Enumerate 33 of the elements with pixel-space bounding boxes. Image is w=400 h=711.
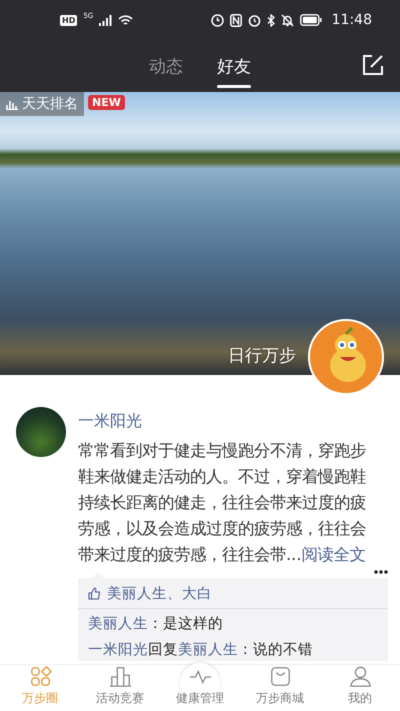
ranking-link[interactable]: 天天排名	[0, 92, 84, 116]
banner-slogan: 日行万步	[228, 345, 296, 367]
header-tab[interactable]: 好友	[217, 46, 251, 86]
nav-tab[interactable]: 活动竞赛	[80, 665, 160, 711]
author-name[interactable]: 一米阳光	[78, 411, 388, 432]
thumbs-up-icon	[88, 587, 101, 600]
user-avatar[interactable]	[16, 407, 66, 457]
nav-tab[interactable]: 我的	[320, 665, 400, 711]
likes-names: 美丽人生、大白	[107, 584, 212, 603]
battery-icon	[300, 14, 322, 26]
bar-chart-icon	[6, 98, 18, 110]
more-options-icon[interactable]	[374, 570, 388, 574]
header-tab[interactable]: 动态	[149, 46, 183, 86]
hd-indicator: HD	[60, 14, 78, 26]
ranking-label: 天天排名	[22, 95, 78, 113]
nav-tab[interactable]: 健康管理	[160, 665, 240, 711]
signal-icon	[99, 14, 112, 26]
bluetooth-icon	[266, 14, 275, 26]
nav-tab[interactable]: 万步商城	[240, 665, 320, 711]
muted-bell-icon	[280, 14, 294, 26]
comment-text: 美丽人生：是这样的	[87, 614, 224, 634]
alarm-icon	[248, 14, 261, 26]
read-more-link[interactable]: 阅读全文	[302, 545, 366, 564]
bar-chart-icon	[108, 665, 132, 688]
nfc-icon	[230, 14, 242, 26]
post-text: 常常看到对于健走与慢跑分不清，穿跑步鞋来做健走活动的人。不过，穿着慢跑鞋持续长距离的健走，往往会带来过度的疲劳感，以及会造成过度的疲劳感，往往会带来过度的疲劳感，往往会带...阅读全文	[78, 440, 367, 566]
new-badge: NEW	[88, 95, 125, 110]
clock-icon	[210, 14, 224, 26]
wifi-icon	[118, 14, 134, 26]
comment-text: 一米阳光回复美丽人生：说的不错	[87, 640, 314, 660]
edit-icon[interactable]	[362, 54, 384, 76]
person-icon	[348, 665, 372, 688]
clock-time: 11:48	[332, 12, 372, 28]
